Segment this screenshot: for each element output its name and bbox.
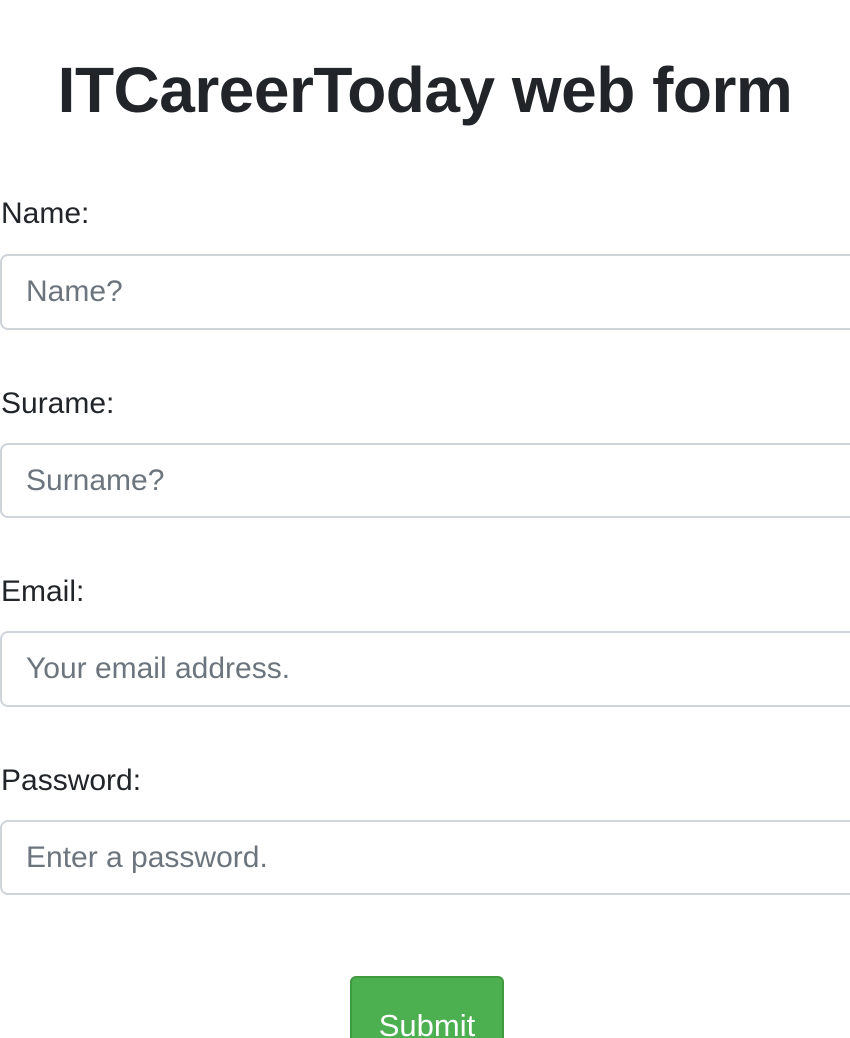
page-title: ITCareerToday web form (57, 54, 793, 126)
name-label: Name: (1, 197, 90, 230)
password-label: Password: (1, 764, 142, 797)
surname-input[interactable] (0, 443, 850, 518)
web-form-page: ITCareerToday web form Name: Surame: Ema… (0, 0, 850, 1038)
surname-label: Surame: (1, 387, 115, 420)
password-input[interactable] (0, 820, 850, 895)
email-label: Email: (1, 575, 85, 608)
email-input[interactable] (0, 631, 850, 707)
name-input[interactable] (0, 254, 850, 330)
submit-button[interactable]: Submit (350, 976, 504, 1038)
